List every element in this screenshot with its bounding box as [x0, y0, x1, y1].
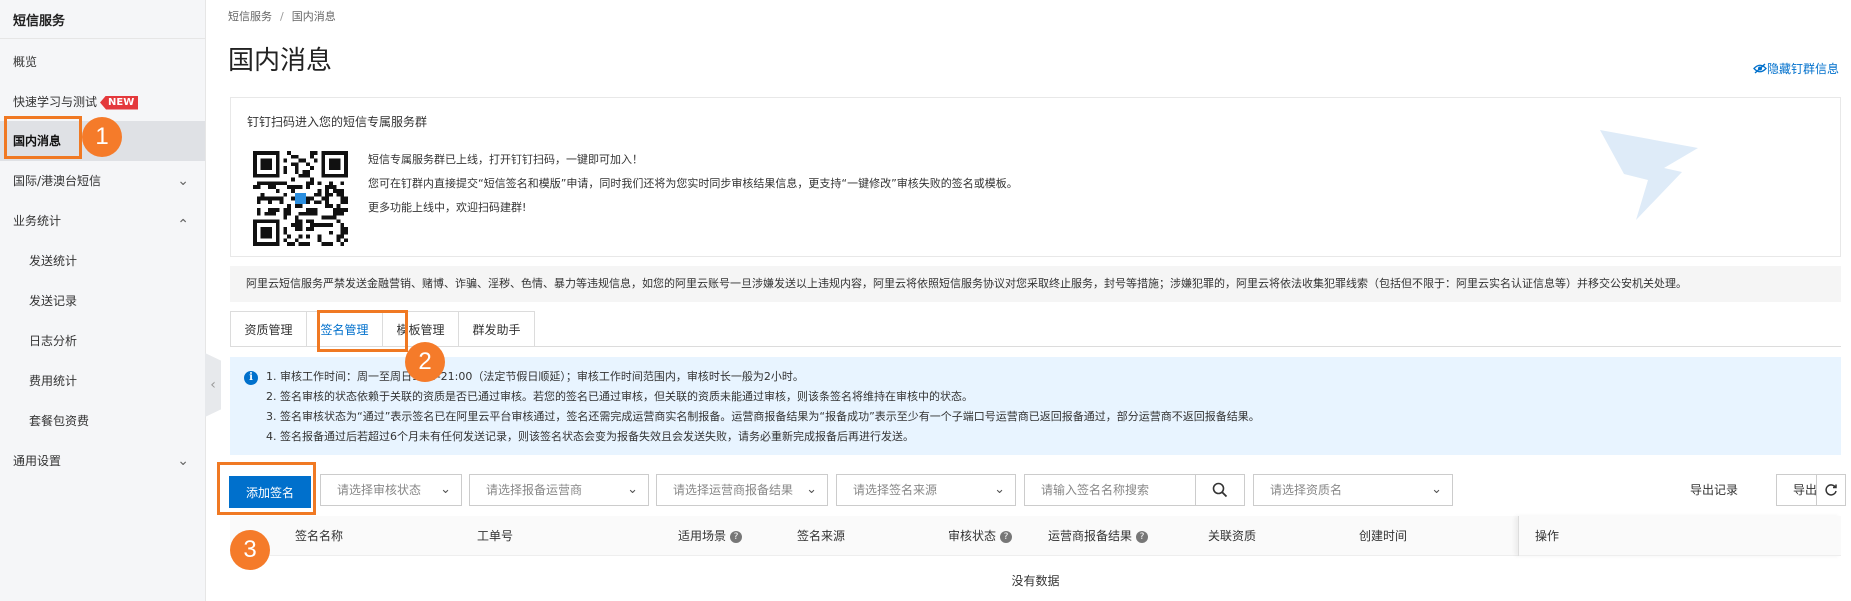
sidebar-item-send-stats[interactable]: 发送统计 — [0, 241, 205, 281]
column-audit-status: 审核状态? — [948, 516, 1013, 556]
sidebar-item-package-fees[interactable]: 套餐包资费 — [0, 401, 205, 441]
sidebar-item-label: 发送统计 — [29, 254, 78, 268]
source-select[interactable]: 请选择签名来源 ⌄ — [836, 474, 1016, 506]
refresh-button[interactable] — [1816, 474, 1846, 506]
column-qualification: 关联资质 — [1208, 529, 1257, 543]
search-button[interactable] — [1195, 474, 1245, 506]
tabs-divider — [230, 346, 1841, 347]
eye-off-icon — [1753, 63, 1767, 74]
tab-bulk-assistant[interactable]: 群发助手 — [458, 311, 535, 347]
column-label: 适用场景 — [678, 529, 727, 543]
breadcrumb-separator: / — [280, 10, 284, 23]
sidebar-item-log-analysis[interactable]: 日志分析 — [0, 321, 205, 361]
refresh-icon — [1825, 484, 1837, 496]
dingtalk-line: 短信专属服务群已上线，打开钉钉扫码，一键即可加入！ — [368, 153, 643, 166]
hide-dingtalk-link[interactable]: 隐藏钉群信息 — [1753, 60, 1839, 77]
chevron-down-icon: ⌄ — [806, 482, 817, 497]
chevron-down-icon: ⌄ — [994, 482, 1005, 497]
empty-table-text: 没有数据 — [1011, 574, 1060, 588]
select-placeholder: 请选择审核状态 — [337, 483, 422, 497]
select-placeholder: 请选择报备运营商 — [486, 483, 583, 497]
sidebar-collapse-handle[interactable]: ‹ — [205, 353, 221, 417]
sidebar-item-statistics[interactable]: 业务统计 ⌃ — [0, 201, 205, 241]
sidebar-divider — [0, 38, 205, 39]
sidebar-item-international[interactable]: 国际/港澳台短信 ⌄ — [0, 161, 205, 201]
select-placeholder: 请选择资质名 — [1270, 483, 1343, 497]
tab-signature[interactable]: 签名管理 — [306, 311, 383, 347]
dingtalk-card: 钉钉扫码进入您的短信专属服务群 短信专属服务群已上线，打开钉钉扫码，一键即可加入… — [230, 97, 1841, 257]
sidebar-item-label: 国际/港澳台短信 — [13, 174, 102, 188]
help-icon[interactable]: ? — [1136, 530, 1149, 543]
notice-line: 2. 签名审核的状态依赖于关联的资质是否已通过审核。若您的签名已通过审核，但关联… — [266, 390, 973, 403]
column-source: 签名来源 — [797, 529, 846, 543]
dingtalk-line: 您可在钉群内直接提交“短信签名和模版”申请，同时我们还将为您实时同步审核结果信息… — [368, 177, 1018, 190]
column-operations: 操作 — [1518, 516, 1841, 556]
tab-qualification[interactable]: 资质管理 — [230, 311, 307, 347]
column-signature-name: 签名名称 — [295, 529, 344, 543]
sidebar-item-label: 套餐包资费 — [29, 414, 90, 428]
carrier-result-select[interactable]: 请选择运营商报备结果 ⌄ — [656, 474, 828, 506]
export-records-link[interactable]: 导出记录 — [1690, 481, 1738, 498]
step-marker-2: 2 — [405, 342, 445, 382]
chevron-down-icon: ⌄ — [440, 482, 451, 497]
notice-box: i 1. 审核工作时间：周一至周日9:00-21:00（法定节假日顺延）；审核工… — [230, 357, 1841, 455]
info-icon: i — [244, 371, 258, 385]
search-icon — [1212, 482, 1228, 498]
chevron-down-icon: ⌄ — [177, 173, 189, 189]
chevron-down-icon: ⌄ — [627, 482, 638, 497]
search-input[interactable]: 请输入签名名称搜索 — [1024, 474, 1196, 506]
qualification-select[interactable]: 请选择资质名 ⌄ — [1253, 474, 1453, 506]
help-icon[interactable]: ? — [1000, 530, 1013, 543]
qr-code-icon — [253, 151, 348, 246]
sidebar-item-label: 快速学习与测试 — [13, 95, 98, 109]
dingtalk-line: 更多功能上线中，欢迎扫码建群! — [368, 201, 527, 214]
search-placeholder: 请输入签名名称搜索 — [1041, 483, 1150, 497]
notice-line: 4. 签名报备通过后若超过6个月未有任何发送记录，则该签名状态会变为报备失效且会… — [266, 430, 914, 443]
sidebar-item-fee-stats[interactable]: 费用统计 — [0, 361, 205, 401]
chevron-left-icon: ‹ — [210, 377, 216, 393]
sidebar-item-label: 国内消息 — [13, 134, 62, 148]
column-label: 操作 — [1535, 529, 1560, 543]
chevron-down-icon: ⌄ — [1431, 482, 1442, 497]
step-marker-1: 1 — [82, 117, 122, 157]
dingtalk-logo-icon — [1600, 130, 1698, 220]
compliance-warning: 阿里云短信服务严禁发送金融营销、赌博、诈骗、淫秽、色情、暴力等违规信息，如您的阿… — [230, 266, 1841, 302]
column-carrier-result: 运营商报备结果? — [1048, 516, 1149, 556]
sidebar-item-general-settings[interactable]: 通用设置 ⌄ — [0, 441, 205, 481]
status-select[interactable]: 请选择审核状态 ⌄ — [320, 474, 462, 506]
sidebar-item-label: 业务统计 — [13, 214, 62, 228]
add-signature-button[interactable]: 添加签名 — [229, 476, 311, 508]
sidebar-item-quick-learn[interactable]: 快速学习与测试 NEW — [0, 82, 205, 122]
hide-dingtalk-label: 隐藏钉群信息 — [1766, 62, 1839, 76]
chevron-up-icon: ⌃ — [177, 217, 189, 233]
sidebar-item-label: 费用统计 — [29, 374, 78, 388]
dingtalk-description: 短信专属服务群已上线，打开钉钉扫码，一键即可加入！ 您可在钉群内直接提交“短信签… — [368, 148, 1018, 220]
chevron-down-icon: ⌄ — [177, 453, 189, 469]
select-placeholder: 请选择签名来源 — [853, 483, 938, 497]
sidebar-item-label: 发送记录 — [29, 294, 78, 308]
breadcrumb-current: 国内消息 — [291, 10, 336, 23]
dingtalk-title: 钉钉扫码进入您的短信专属服务群 — [247, 115, 428, 129]
breadcrumb-link[interactable]: 短信服务 — [228, 10, 272, 23]
page-title: 国内消息 — [228, 46, 333, 76]
sidebar-item-send-records[interactable]: 发送记录 — [0, 281, 205, 321]
select-placeholder: 请选择运营商报备结果 — [673, 483, 794, 497]
column-label: 运营商报备结果 — [1048, 529, 1133, 543]
column-created-time: 创建时间 — [1359, 529, 1408, 543]
column-ticket-no: 工单号 — [477, 529, 514, 543]
help-icon[interactable]: ? — [730, 530, 743, 543]
sidebar-item-overview[interactable]: 概览 — [0, 42, 205, 82]
sidebar-title: 短信服务 — [13, 14, 66, 29]
sidebar: 短信服务 概览 快速学习与测试 NEW 国内消息 国际/港澳台短信 ⌄ 业务统计 ⌃ … — [0, 0, 206, 601]
new-badge: NEW — [100, 95, 139, 110]
step-marker-3: 3 — [230, 530, 270, 570]
carrier-select[interactable]: 请选择报备运营商 ⌄ — [469, 474, 649, 506]
column-label: 审核状态 — [948, 529, 997, 543]
breadcrumb: 短信服务 / 国内消息 — [228, 8, 336, 24]
sidebar-item-label: 概览 — [13, 55, 38, 69]
notice-line: 3. 签名审核状态为“通过”表示签名已在阿里云平台审核通过，签名还需完成运营商实… — [266, 410, 1260, 423]
sidebar-item-label: 日志分析 — [29, 334, 78, 348]
column-scene: 适用场景? — [678, 516, 743, 556]
sidebar-item-label: 通用设置 — [13, 454, 62, 468]
